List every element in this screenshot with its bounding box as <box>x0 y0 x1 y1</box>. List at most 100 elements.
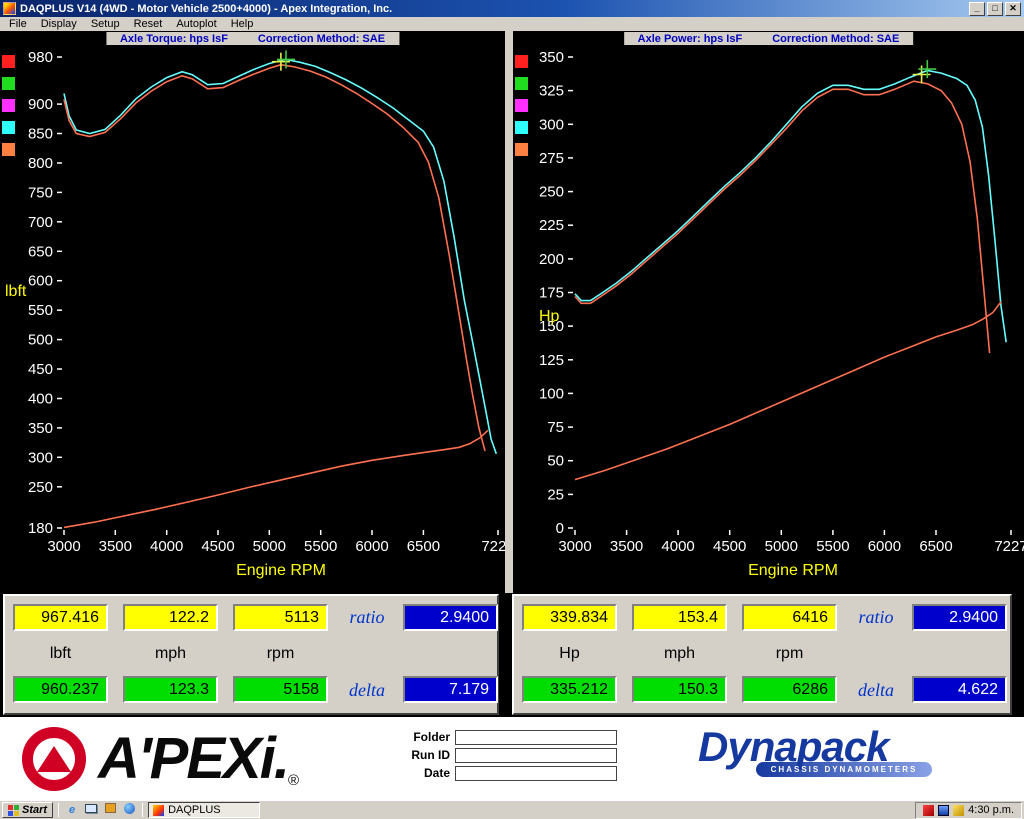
legend-swatch[interactable] <box>2 99 15 112</box>
power-chart-title: Axle Power: hps IsF <box>638 33 743 45</box>
tray-display-icon[interactable] <box>938 805 949 816</box>
power-legend <box>515 55 528 165</box>
svg-text:6500: 6500 <box>919 538 952 555</box>
power-chart-plot[interactable]: 0255075100125150175200225250275300325350… <box>513 31 1024 593</box>
power-peak-mph: 150.3 <box>632 676 727 703</box>
power-delta-label: delta <box>846 680 906 701</box>
svg-text:5000: 5000 <box>253 538 286 555</box>
svg-text:500: 500 <box>28 332 53 349</box>
svg-text:350: 350 <box>28 420 53 437</box>
torque-chart-plot[interactable]: 1802503003504004505005506006507007508008… <box>0 31 505 593</box>
start-button-label: Start <box>22 804 47 816</box>
minimize-button[interactable]: _ <box>969 2 985 16</box>
folder-label: Folder <box>396 730 450 744</box>
svg-text:4500: 4500 <box>713 538 746 555</box>
legend-swatch[interactable] <box>2 55 15 68</box>
torque-peak-mph: 123.3 <box>123 676 218 703</box>
svg-text:Hp: Hp <box>539 308 560 325</box>
svg-text:850: 850 <box>28 126 53 143</box>
power-cursor-rpm: 6416 <box>742 604 837 631</box>
media-player-icon[interactable] <box>121 803 137 818</box>
ie-icon[interactable]: e <box>64 803 80 818</box>
rpm-unit-label: rpm <box>233 645 328 663</box>
torque-cursor-mph: 122.2 <box>123 604 218 631</box>
menu-reset[interactable]: Reset <box>127 17 170 31</box>
daqplus-task-button[interactable]: DAQPLUS <box>148 802 260 818</box>
torque-ratio-label: ratio <box>337 607 397 628</box>
legend-swatch[interactable] <box>2 77 15 90</box>
svg-text:3500: 3500 <box>99 538 132 555</box>
svg-text:Engine RPM: Engine RPM <box>236 562 326 579</box>
menu-setup[interactable]: Setup <box>84 17 127 31</box>
svg-text:6000: 6000 <box>355 538 388 555</box>
power-chart-header: Axle Power: hps IsF Correction Method: S… <box>624 32 914 45</box>
app-icon <box>3 2 16 15</box>
date-label: Date <box>396 766 450 780</box>
svg-text:900: 900 <box>28 96 53 113</box>
svg-text:125: 125 <box>539 352 564 369</box>
svg-text:4000: 4000 <box>150 538 183 555</box>
svg-text:7227: 7227 <box>994 538 1024 555</box>
legend-swatch[interactable] <box>515 55 528 68</box>
power-peak-value: 335.212 <box>522 676 617 703</box>
svg-text:250: 250 <box>28 479 53 496</box>
svg-text:75: 75 <box>547 419 564 436</box>
outlook-icon[interactable] <box>102 803 118 818</box>
svg-text:300: 300 <box>539 116 564 133</box>
svg-text:180: 180 <box>28 520 53 537</box>
date-input[interactable] <box>455 766 617 781</box>
dynapack-banner: CHASSIS DYNAMOMETERS <box>756 762 932 777</box>
main-area: Axle Torque: hps IsF Correction Method: … <box>0 31 1024 717</box>
tray-volume-icon[interactable] <box>953 805 964 816</box>
power-ratio-value: 2.9400 <box>912 604 1007 631</box>
svg-text:3000: 3000 <box>47 538 80 555</box>
svg-text:7227: 7227 <box>481 538 505 555</box>
svg-text:3000: 3000 <box>558 538 591 555</box>
title-bar: DAQPLUS V14 (4WD - Motor Vehicle 2500+40… <box>0 0 1024 17</box>
power-cursor-mph: 153.4 <box>632 604 727 631</box>
svg-text:600: 600 <box>28 273 53 290</box>
svg-text:Engine RPM: Engine RPM <box>748 562 838 579</box>
svg-text:275: 275 <box>539 150 564 167</box>
svg-text:450: 450 <box>28 361 53 378</box>
show-desktop-icon[interactable] <box>83 803 99 818</box>
power-correction-label: Correction Method: SAE <box>772 33 899 45</box>
registered-mark: ® <box>288 772 299 789</box>
svg-text:250: 250 <box>539 184 564 201</box>
torque-cursor-rpm: 5113 <box>233 604 328 631</box>
folder-input[interactable] <box>455 730 617 745</box>
svg-text:5000: 5000 <box>765 538 798 555</box>
start-button[interactable]: Start <box>2 802 53 818</box>
menu-file[interactable]: File <box>2 17 34 31</box>
svg-text:325: 325 <box>539 83 564 100</box>
legend-swatch[interactable] <box>2 121 15 134</box>
taskbar-separator <box>142 803 143 817</box>
close-button[interactable]: ✕ <box>1005 2 1021 16</box>
menu-help[interactable]: Help <box>224 17 261 31</box>
date-field-row: Date <box>396 765 617 781</box>
menu-autoplot[interactable]: Autoplot <box>169 17 223 31</box>
run-id-input[interactable] <box>455 748 617 763</box>
hp-unit-label: Hp <box>522 645 617 663</box>
svg-text:3500: 3500 <box>610 538 643 555</box>
legend-swatch[interactable] <box>515 99 528 112</box>
legend-swatch[interactable] <box>515 121 528 134</box>
torque-peak-value: 960.237 <box>13 676 108 703</box>
svg-text:50: 50 <box>547 453 564 470</box>
maximize-button[interactable]: □ <box>987 2 1003 16</box>
tray-antivirus-icon[interactable] <box>923 805 934 816</box>
svg-text:700: 700 <box>28 214 53 231</box>
dynapack-subtitle: CHASSIS DYNAMOMETERS <box>771 765 918 774</box>
legend-swatch[interactable] <box>2 143 15 156</box>
mph-unit-label: mph <box>123 645 218 663</box>
svg-text:6500: 6500 <box>407 538 440 555</box>
window-title: DAQPLUS V14 (4WD - Motor Vehicle 2500+40… <box>20 3 967 15</box>
svg-text:800: 800 <box>28 155 53 172</box>
menu-display[interactable]: Display <box>34 17 84 31</box>
legend-swatch[interactable] <box>515 143 528 156</box>
legend-swatch[interactable] <box>515 77 528 90</box>
taskbar: Start e DAQPLUS 4:30 p.m. <box>0 800 1024 819</box>
svg-text:5500: 5500 <box>816 538 849 555</box>
apex-logo-mark <box>22 727 86 791</box>
svg-text:750: 750 <box>28 184 53 201</box>
